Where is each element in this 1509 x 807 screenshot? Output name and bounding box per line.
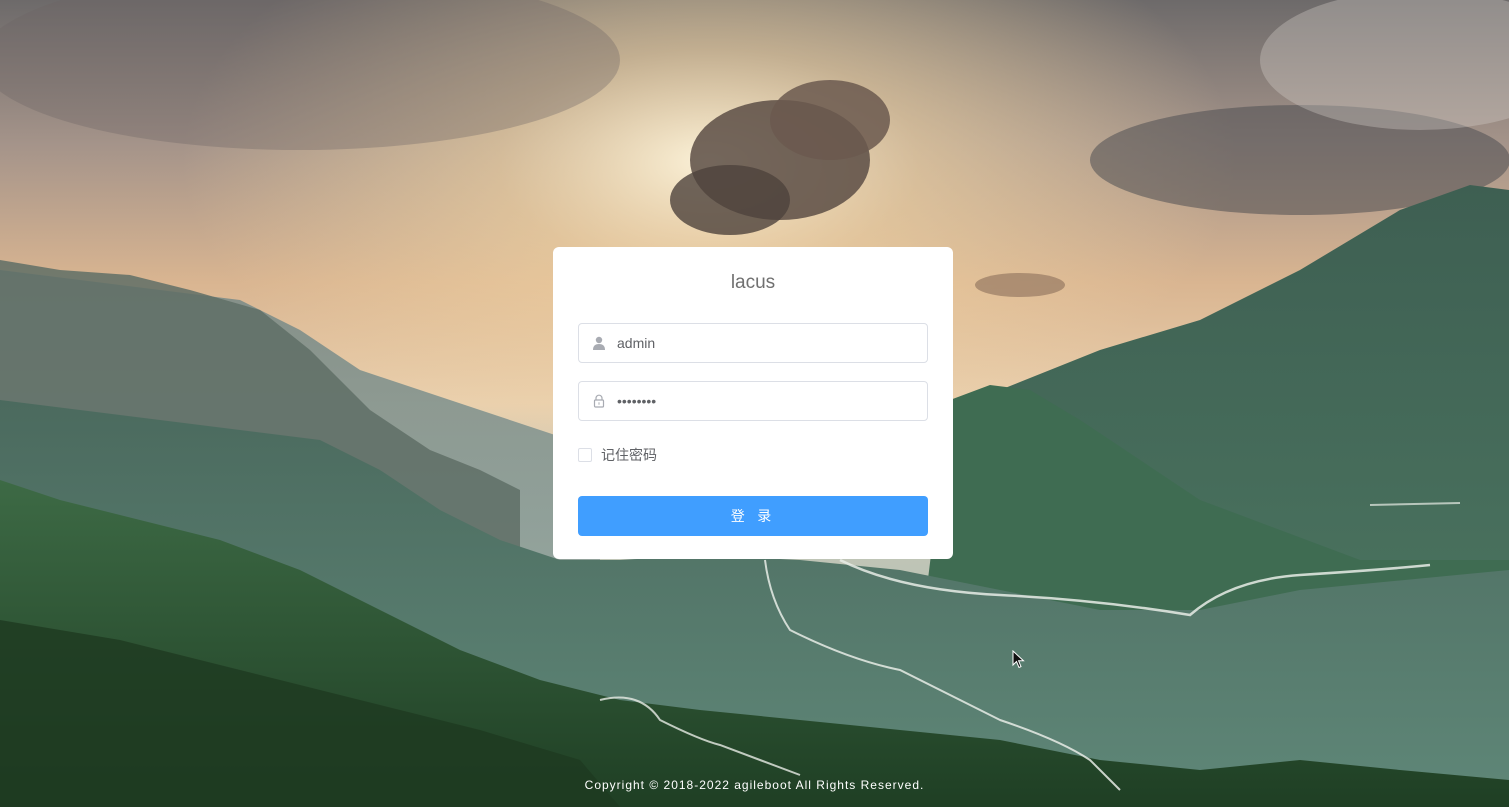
lock-icon	[579, 382, 617, 420]
login-button[interactable]: 登 录	[578, 496, 928, 536]
remember-checkbox[interactable]	[578, 448, 592, 462]
mouse-cursor-icon	[1012, 650, 1025, 669]
login-page: lacus 记住密码 登 录	[0, 0, 1509, 807]
username-input[interactable]	[617, 325, 927, 361]
user-icon	[579, 324, 617, 362]
password-field[interactable]	[578, 381, 928, 421]
remember-label: 记住密码	[601, 448, 657, 464]
login-card: lacus 记住密码 登 录	[553, 247, 953, 559]
copyright-footer: Copyright © 2018-2022 agileboot All Righ…	[584, 778, 925, 792]
login-title: lacus	[730, 272, 776, 293]
username-field[interactable]	[578, 323, 928, 363]
remember-password[interactable]: 记住密码	[578, 447, 928, 464]
password-input[interactable]	[617, 383, 927, 419]
